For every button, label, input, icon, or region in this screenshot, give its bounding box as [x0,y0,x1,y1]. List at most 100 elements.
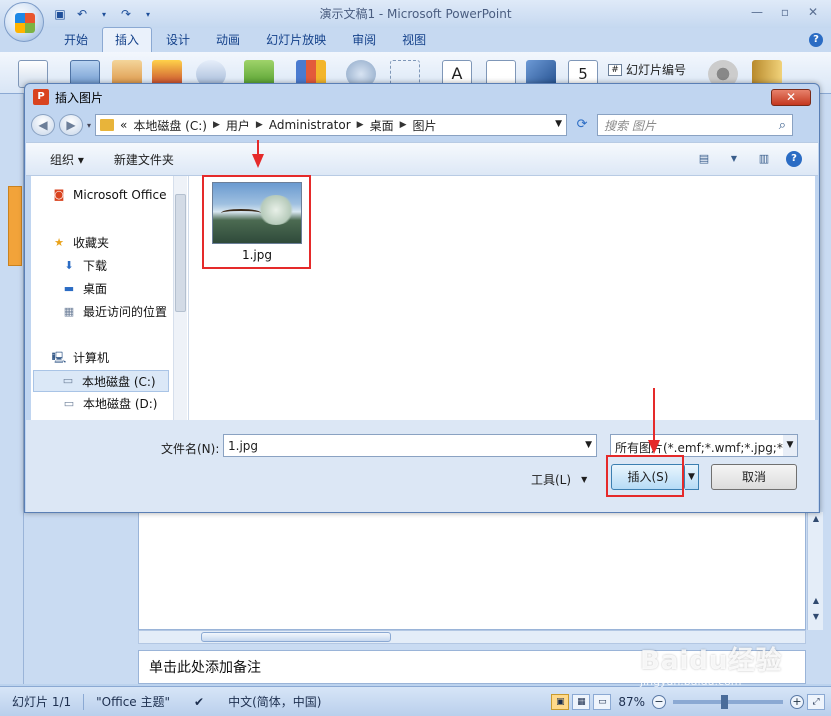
next-slide-icon[interactable]: ▼ [810,612,822,622]
prev-slide-icon[interactable]: ▲ [810,596,822,606]
chevron-down-icon: ▼ [581,475,588,484]
filename-input[interactable]: 1.jpg ▼ [223,434,597,457]
slide-canvas[interactable] [138,512,806,630]
tab-home[interactable]: 开始 [52,28,100,52]
chevron-down-icon[interactable]: ▼ [585,440,592,450]
theme-name: "Office 主题" [96,695,171,709]
nav-item-office[interactable]: ◙ Microsoft Office [51,188,167,202]
breadcrumb-item[interactable]: Administrator [269,118,351,132]
slide-thumbnail[interactable] [8,186,22,266]
nav-label: 本地磁盘 (C:) [82,374,156,389]
help-icon[interactable]: ? [809,33,823,47]
nav-label: 收藏夹 [73,236,110,250]
scroll-up-icon[interactable]: ▲ [810,514,822,524]
drive-icon: ▭ [63,396,75,410]
forward-icon[interactable]: ▶ [59,114,83,136]
slide-number-icon: # [608,63,622,76]
search-icon[interactable]: ⌕ [779,118,786,133]
chevron-right-icon[interactable]: ▶ [400,120,407,130]
chevron-down-icon[interactable]: ▼ [555,119,562,129]
tools-button[interactable]: 工具(L) ▼ [531,471,587,488]
ribbon-tabs: 开始 插入 设计 动画 幻灯片放映 审阅 视图 [0,27,831,52]
download-folder-icon: ⬇ [64,258,74,272]
dialog-toolbar: 组织 ▾ 新建文件夹 ▤ ▼ ▥ ? [26,142,818,176]
filter-value: 所有图片(*.emf;*.wmf;*.jpg;*.jpeg [615,441,798,455]
tab-insert[interactable]: 插入 [102,27,153,52]
zoom-in-icon[interactable]: + [790,694,804,709]
nav-label: Microsoft Office [73,188,167,202]
organize-button[interactable]: 组织 ▾ [50,151,84,168]
breadcrumb-item[interactable]: 本地磁盘 (C:) [133,117,207,134]
chevron-right-icon[interactable]: ▶ [213,120,220,130]
zoom-level[interactable]: 87% [614,695,649,709]
history-dropdown-icon[interactable]: ▾ [87,121,91,130]
recent-places-icon: ▦ [63,304,75,318]
chevron-right-icon[interactable]: ▶ [357,120,364,130]
file-highlight-box [202,175,311,269]
chevron-down-icon[interactable]: ▼ [726,151,742,167]
nav-item-favorites[interactable]: ★ 收藏夹 [51,234,109,251]
tools-label: 工具(L) [531,473,572,487]
search-placeholder: 搜索 图片 [604,118,656,133]
nav-item-drive-c[interactable]: ▭ 本地磁盘 (C:) [33,370,169,392]
star-icon: ★ [54,235,64,249]
vertical-scrollbar[interactable]: ▲ ▲ ▼ [807,512,823,630]
scroll-thumb[interactable] [201,632,391,642]
dialog-title-bar: P 插入图片 [25,84,819,110]
refresh-icon[interactable]: ⟳ [571,114,593,136]
office-button[interactable] [4,2,44,42]
zoom-out-icon[interactable]: − [652,694,666,709]
cancel-button[interactable]: 取消 [711,464,797,490]
zoom-knob[interactable] [721,694,728,709]
help-icon[interactable]: ? [786,151,802,167]
search-input[interactable]: 搜索 图片 ⌕ [597,114,794,136]
navigation-pane: ◙ Microsoft Office ★ 收藏夹 ⬇ 下载 ▬ 桌面 ▦ 最近访… [31,176,189,420]
nav-label: 桌面 [83,282,108,296]
spellcheck-icon[interactable]: ✔ [182,695,216,709]
slide-sorter-icon[interactable]: ▦ [572,693,591,710]
breadcrumb-item[interactable]: 图片 [413,117,437,134]
back-icon[interactable]: ◀ [31,114,55,136]
slideshow-view-icon[interactable]: ▭ [593,693,612,710]
language: 中文(简体，中国) [228,695,322,709]
tab-review[interactable]: 审阅 [340,28,388,52]
insert-options-dropdown[interactable]: ▼ [685,464,699,490]
preview-pane-icon[interactable]: ▥ [756,151,772,167]
zoom-slider[interactable] [673,694,783,709]
breadcrumb-item[interactable]: 用户 [226,117,250,134]
close-icon[interactable]: ✕ [799,2,827,22]
maximize-icon[interactable]: ▫ [771,2,799,22]
fit-window-icon[interactable]: ⤢ [807,693,825,710]
nav-label: 下载 [83,259,108,273]
nav-item-downloads[interactable]: ⬇ 下载 [61,257,107,274]
minimize-icon[interactable]: — [743,2,771,22]
chevron-right-icon[interactable]: ▶ [256,120,263,130]
normal-view-icon[interactable]: ▣ [551,693,570,710]
filename-value: 1.jpg [228,439,259,453]
new-folder-button[interactable]: 新建文件夹 [114,151,174,168]
nav-label: 最近访问的位置 [83,305,168,319]
folder-icon [100,119,115,131]
scroll-thumb[interactable] [175,194,186,312]
dialog-title: 插入图片 [55,90,104,105]
nav-item-desktop[interactable]: ▬ 桌面 [61,280,107,297]
tab-view[interactable]: 视图 [390,28,438,52]
tab-slideshow[interactable]: 幻灯片放映 [254,28,338,52]
drive-icon: ▭ [62,374,74,387]
breadcrumb-prefix[interactable]: « [120,118,127,132]
file-type-filter[interactable]: 所有图片(*.emf;*.wmf;*.jpg;*.jpeg ▼ [610,434,798,457]
address-bar[interactable]: « 本地磁盘 (C:) ▶ 用户 ▶ Administrator ▶ 桌面 ▶ … [95,114,568,136]
view-options-icon[interactable]: ▤ [696,151,712,167]
tab-design[interactable]: 设计 [154,28,202,52]
breadcrumb-item[interactable]: 桌面 [370,117,394,134]
annotation-arrow [653,388,655,442]
tab-animation[interactable]: 动画 [204,28,252,52]
chevron-down-icon[interactable]: ▼ [783,435,797,456]
nav-item-computer[interactable]: 🖳 计算机 [51,349,109,366]
app-title: 演示文稿1 - Microsoft PowerPoint [319,7,512,21]
nav-item-recent[interactable]: ▦ 最近访问的位置 [61,303,167,320]
nav-scrollbar[interactable] [173,176,187,420]
nav-item-drive-d[interactable]: ▭ 本地磁盘 (D:) [61,395,158,412]
slide-number-button[interactable]: # 幻灯片编号 [608,61,686,78]
dialog-close-button[interactable]: ✕ [771,89,811,106]
